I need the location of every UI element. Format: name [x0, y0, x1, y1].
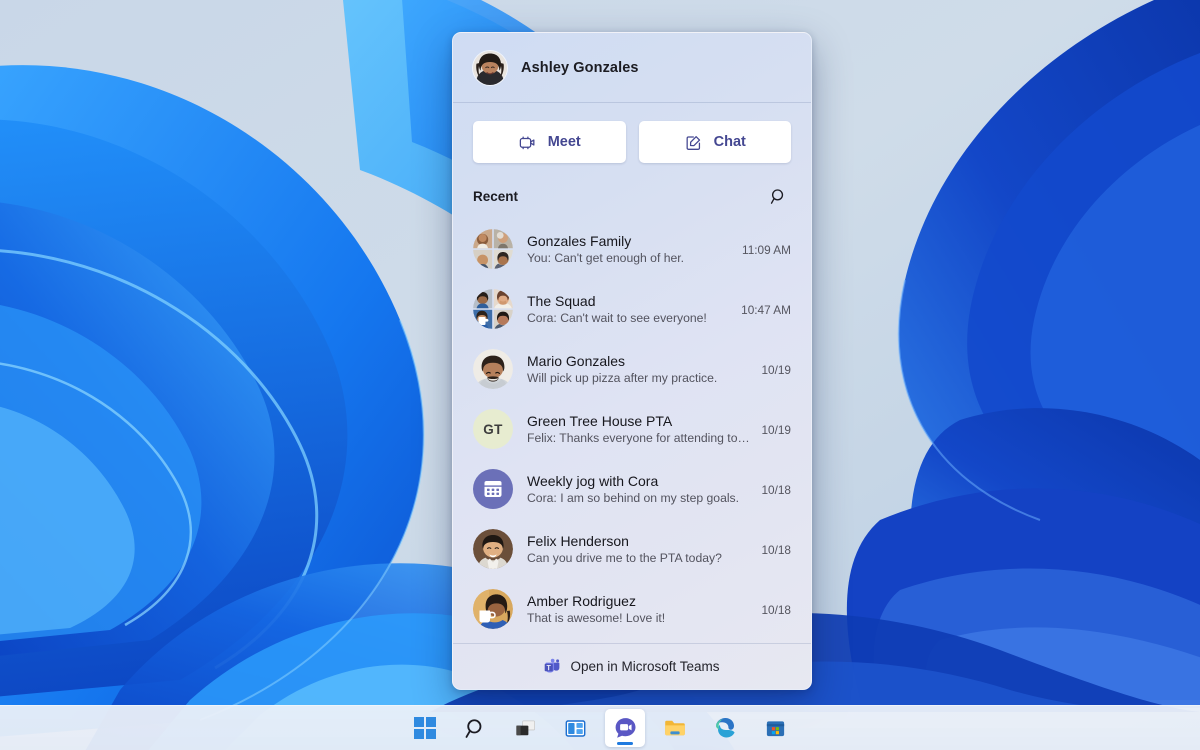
chat-list-item[interactable]: Gonzales Family You: Can't get enough of…: [463, 219, 801, 279]
microsoft-store-icon: [764, 717, 787, 740]
chat-title: Felix Henderson: [527, 533, 751, 549]
chat-title: Amber Rodriguez: [527, 593, 751, 609]
chat-text-block: Felix Henderson Can you drive me to the …: [527, 533, 751, 565]
file-explorer-icon: [663, 716, 687, 740]
chat-text-block: Amber Rodriguez That is awesome! Love it…: [527, 593, 751, 625]
chat-list-item[interactable]: Mario Gonzales Will pick up pizza after …: [463, 339, 801, 399]
chat-list-item[interactable]: Felix Henderson Can you drive me to the …: [463, 519, 801, 579]
contact-photo: [473, 589, 513, 629]
taskbar-active-indicator: [617, 742, 633, 745]
chat-list-item[interactable]: Weekly jog with Cora Cora: I am so behin…: [463, 459, 801, 519]
chat-list-item[interactable]: Amber Rodriguez That is awesome! Love it…: [463, 579, 801, 639]
compose-chat-icon: [684, 133, 703, 152]
teams-chat-icon: [613, 716, 638, 741]
chat-list-item[interactable]: The Squad Cora: Can't wait to see everyo…: [463, 279, 801, 339]
taskbar-edge-button[interactable]: [705, 709, 745, 747]
chat-title: Mario Gonzales: [527, 353, 751, 369]
avatar-initials: GT: [473, 409, 513, 449]
taskbar-start-button[interactable]: [405, 709, 445, 747]
chat-preview: Cora: Can't wait to see everyone!: [527, 311, 731, 325]
chat-avatar-initials: GT: [473, 409, 513, 449]
chat-text-block: The Squad Cora: Can't wait to see everyo…: [527, 293, 731, 325]
taskbar-task-view-button[interactable]: [505, 709, 545, 747]
user-avatar[interactable]: [473, 51, 507, 85]
microsoft-teams-icon: [544, 658, 561, 675]
chat-title: Green Tree House PTA: [527, 413, 751, 429]
chat-timestamp: 10/18: [761, 542, 791, 557]
taskbar-teams-chat-button[interactable]: [605, 709, 645, 747]
chat-preview: Can you drive me to the PTA today?: [527, 551, 751, 565]
chat-title: The Squad: [527, 293, 731, 309]
contact-photo: [473, 529, 513, 569]
chat-text-block: Green Tree House PTA Felix: Thanks every…: [527, 413, 751, 445]
chat-avatar-person: [473, 589, 513, 629]
chat-preview: That is awesome! Love it!: [527, 611, 751, 625]
taskbar: [0, 705, 1200, 750]
contact-photo: [473, 349, 513, 389]
chat-text-block: Gonzales Family You: Can't get enough of…: [527, 233, 732, 265]
action-buttons-row: Meet Chat: [453, 103, 811, 163]
chat-text-block: Mario Gonzales Will pick up pizza after …: [527, 353, 751, 385]
meet-button[interactable]: Meet: [473, 121, 626, 163]
avatar-image: [473, 51, 507, 85]
recent-chat-list[interactable]: Gonzales Family You: Can't get enough of…: [453, 219, 811, 643]
user-name: Ashley Gonzales: [521, 60, 639, 76]
group-photo-collage: [473, 289, 513, 329]
chat-text-block: Weekly jog with Cora Cora: I am so behin…: [527, 473, 751, 505]
calendar-icon: [473, 469, 513, 509]
search-icon: [769, 187, 788, 206]
chat-timestamp: 10/18: [761, 602, 791, 617]
chat-avatar-group: [473, 289, 513, 329]
taskbar-search-button[interactable]: [455, 709, 495, 747]
task-view-icon: [514, 717, 537, 740]
flyout-header: Ashley Gonzales: [453, 33, 811, 103]
chat-avatar-meeting: [473, 469, 513, 509]
widgets-icon: [564, 717, 587, 740]
recent-label: Recent: [473, 189, 518, 204]
meet-button-label: Meet: [548, 134, 581, 150]
chat-preview: Felix: Thanks everyone for attending tod…: [527, 431, 751, 445]
chat-timestamp: 10:47 AM: [741, 302, 791, 317]
windows-start-icon: [414, 717, 436, 739]
chat-button[interactable]: Chat: [639, 121, 792, 163]
chat-timestamp: 10/19: [761, 422, 791, 437]
search-icon: [464, 717, 487, 740]
chat-avatar-person: [473, 349, 513, 389]
chat-timestamp: 10/19: [761, 362, 791, 377]
group-photo-collage: [473, 229, 513, 269]
chat-title: Gonzales Family: [527, 233, 732, 249]
recent-header-row: Recent: [453, 163, 811, 219]
chat-preview: Cora: I am so behind on my step goals.: [527, 491, 751, 505]
open-in-teams-button[interactable]: Open in Microsoft Teams: [453, 643, 811, 689]
search-button[interactable]: [765, 183, 791, 209]
taskbar-file-explorer-button[interactable]: [655, 709, 695, 747]
taskbar-store-button[interactable]: [755, 709, 795, 747]
teams-chat-flyout: Ashley Gonzales Meet Chat Recent: [452, 32, 812, 690]
chat-preview: You: Can't get enough of her.: [527, 251, 732, 265]
chat-preview: Will pick up pizza after my practice.: [527, 371, 751, 385]
chat-title: Weekly jog with Cora: [527, 473, 751, 489]
video-camera-icon: [518, 133, 537, 152]
open-in-teams-label: Open in Microsoft Teams: [570, 659, 719, 674]
chat-button-label: Chat: [714, 134, 746, 150]
taskbar-widgets-button[interactable]: [555, 709, 595, 747]
chat-timestamp: 11:09 AM: [742, 242, 791, 257]
chat-avatar-person: [473, 529, 513, 569]
microsoft-edge-icon: [713, 716, 737, 740]
chat-list-item[interactable]: GT Green Tree House PTA Felix: Thanks ev…: [463, 399, 801, 459]
chat-timestamp: 10/18: [761, 482, 791, 497]
chat-avatar-group: [473, 229, 513, 269]
